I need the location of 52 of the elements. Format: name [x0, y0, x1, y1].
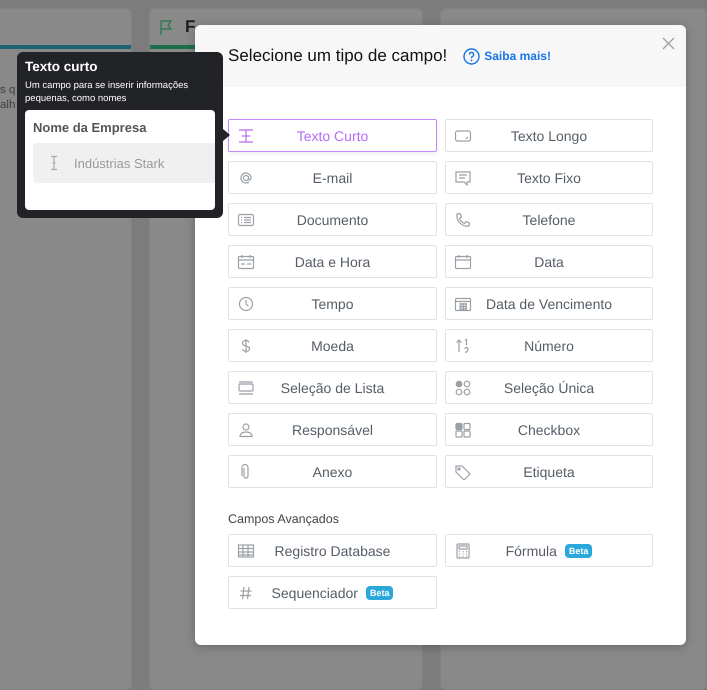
input-field: Indústrias Stark: [33, 143, 215, 183]
calendar-icon: [237, 254, 255, 270]
field-type-button[interactable]: Moeda: [228, 329, 437, 362]
card-text: alh: [0, 98, 16, 113]
tooltip-title: Texto curto: [25, 59, 99, 74]
field-type-button[interactable]: Data de Vencimento: [445, 287, 653, 320]
beta-badge: Beta: [366, 586, 394, 600]
field-type-button[interactable]: Texto Fixo: [445, 161, 653, 194]
person-icon: [237, 422, 255, 438]
field-type-button[interactable]: E-mail: [228, 161, 437, 194]
field-type-button[interactable]: Texto Longo: [445, 119, 653, 152]
flag-icon: [160, 20, 172, 34]
field-type-button[interactable]: Seleção Única: [445, 371, 653, 404]
section-heading: Campos Avançados: [228, 512, 340, 526]
beta-badge: Beta: [564, 544, 592, 558]
document-icon: [237, 212, 255, 228]
field-type-button[interactable]: Fórmula Beta: [445, 534, 653, 567]
checkbox-icon: [454, 422, 472, 438]
help-link[interactable]: Saiba mais!: [463, 48, 551, 64]
field-type-button[interactable]: Tempo: [228, 287, 437, 320]
field-type-button[interactable]: Responsável: [228, 413, 437, 446]
field-type-button[interactable]: Data e Hora: [228, 245, 437, 278]
field-type-button[interactable]: Data: [445, 245, 653, 278]
text-area-icon: [454, 128, 472, 144]
tooltip-description: Um campo para se inserir informações pequenas, como nomes: [25, 79, 190, 105]
field-type-button[interactable]: Checkbox: [445, 413, 653, 446]
list-icon: [237, 380, 255, 396]
field-type-button[interactable]: Documento: [228, 203, 437, 236]
phone-icon: [454, 212, 472, 228]
field-type-button[interactable]: Telefone: [445, 203, 653, 236]
field-type-button[interactable]: Sequenciador Beta: [228, 576, 437, 609]
card-text: s q: [0, 83, 16, 98]
field-label: Nome da Empresa: [33, 120, 148, 135]
calendar-icon: [454, 254, 472, 270]
field-type-button[interactable]: Número: [445, 329, 653, 362]
field-type-button[interactable]: Anexo: [228, 455, 437, 488]
help-icon: [463, 48, 480, 64]
field-type-button[interactable]: Seleção de Lista: [228, 371, 437, 404]
message-icon: [454, 170, 472, 186]
calendar-grid-icon: [454, 296, 472, 312]
close-icon[interactable]: [662, 37, 675, 50]
circles-icon: [454, 380, 472, 396]
field-type-button[interactable]: Etiqueta: [445, 455, 653, 488]
tag-icon: [454, 464, 472, 480]
dialog-title: Selecione um tipo de campo!: [228, 46, 448, 66]
text-cursor-icon: [237, 128, 255, 144]
calculator-icon: [454, 543, 472, 559]
column-title: F: [184, 17, 196, 37]
text-cursor-icon: [49, 155, 59, 171]
table-icon: [237, 543, 255, 559]
clock-icon: [237, 296, 255, 312]
field-type-button[interactable]: Registro Database: [228, 534, 437, 567]
